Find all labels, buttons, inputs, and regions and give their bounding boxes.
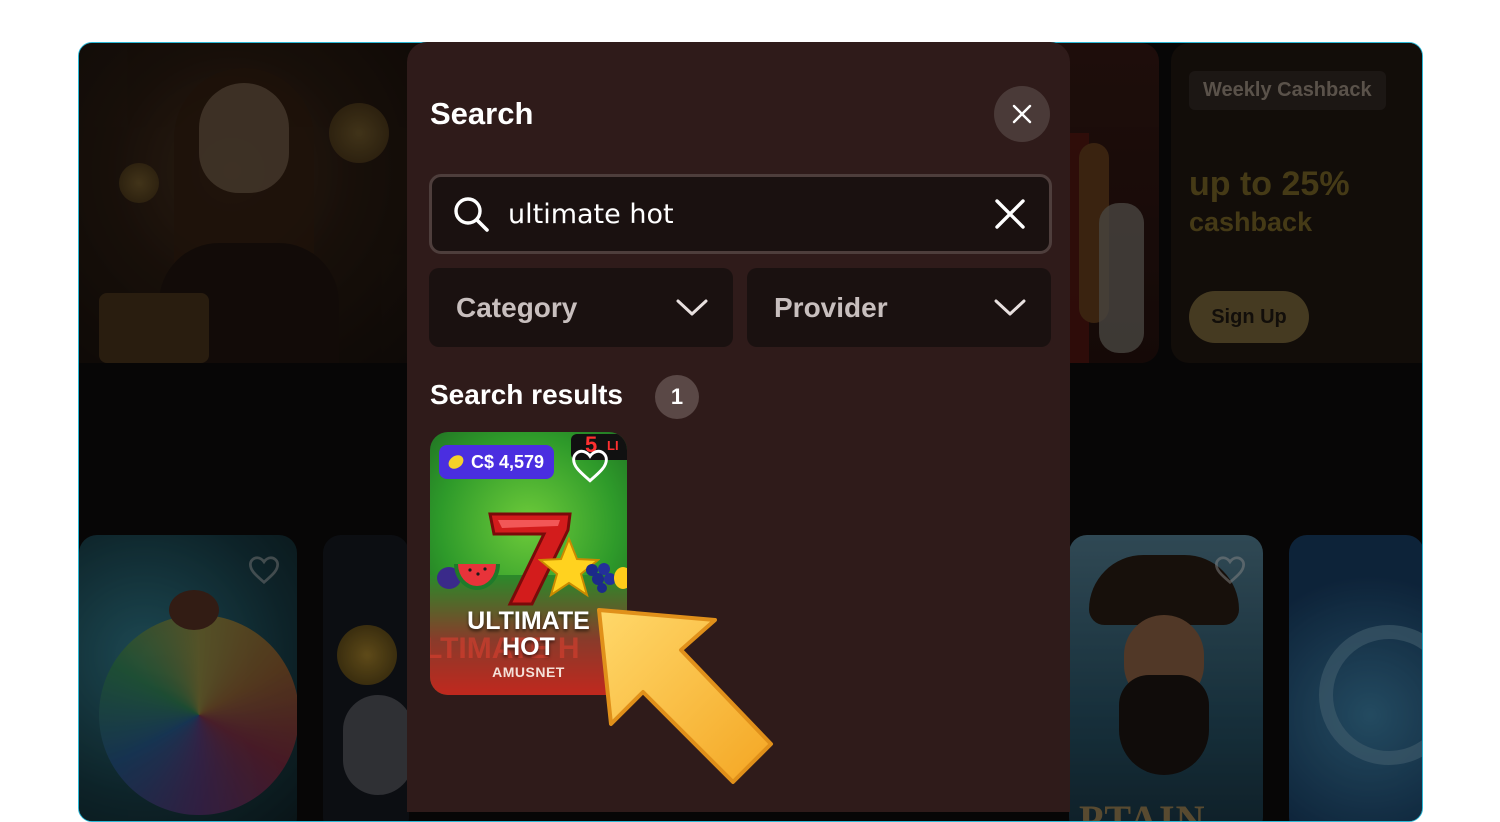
jackpot-badge: C$ 4,579 <box>439 445 555 479</box>
search-results-heading: Search results <box>430 379 623 410</box>
lemon-fruit-icon <box>614 567 627 589</box>
search-input[interactable] <box>508 189 993 239</box>
jackpot-amount: C$ 4,579 <box>471 451 545 472</box>
close-button[interactable] <box>994 86 1050 142</box>
search-box <box>429 174 1052 254</box>
category-dropdown-label: Category <box>456 291 578 323</box>
chevron-down-icon <box>994 299 1026 315</box>
results-count-badge: 1 <box>655 375 699 419</box>
lemon-icon <box>448 455 464 469</box>
close-icon <box>1012 104 1032 124</box>
arrow-pointer-icon <box>597 608 773 784</box>
modal-title: Search <box>430 96 534 131</box>
clear-search-button[interactable] <box>993 197 1027 231</box>
category-dropdown[interactable]: Category <box>429 268 733 347</box>
provider-dropdown[interactable]: Provider <box>747 268 1051 347</box>
heart-icon[interactable] <box>570 448 610 484</box>
clear-icon <box>995 199 1025 229</box>
chevron-down-icon <box>676 299 708 315</box>
search-icon <box>454 197 489 232</box>
provider-dropdown-label: Provider <box>774 291 888 323</box>
